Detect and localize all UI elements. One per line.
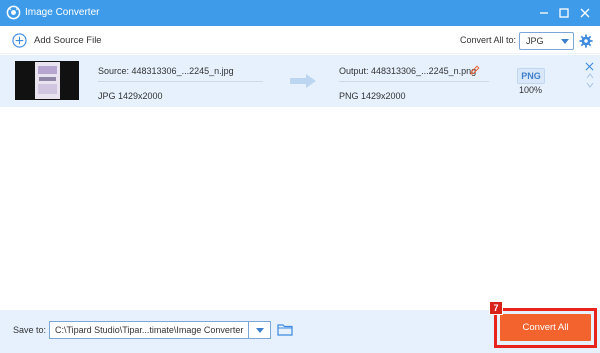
quality-value: 100% <box>519 85 543 95</box>
minimize-button[interactable] <box>536 5 552 21</box>
chevron-down-icon[interactable] <box>586 82 594 88</box>
convert-all-to-label: Convert All to: <box>460 35 517 45</box>
settings-gear-icon[interactable] <box>579 34 593 48</box>
remove-file-icon[interactable] <box>585 62 594 71</box>
save-path-value: C:\Tipard Studio\Tipar...timate\Image Co… <box>55 325 244 335</box>
minimize-icon <box>540 12 548 14</box>
output-divider <box>339 81 489 82</box>
arrow-right-icon <box>290 74 316 88</box>
save-to-label: Save to: <box>13 325 47 335</box>
save-path-dropdown[interactable] <box>249 321 271 339</box>
chevron-up-icon[interactable] <box>586 73 594 79</box>
plus-circle-icon <box>12 32 27 48</box>
output-format-badge[interactable]: PNG <box>517 68 545 84</box>
convert-all-button[interactable]: Convert All <box>500 314 591 341</box>
save-path-field[interactable]: C:\Tipard Studio\Tipar...timate\Image Co… <box>49 321 249 339</box>
open-folder-icon[interactable] <box>277 323 293 336</box>
add-source-file-button[interactable]: Add Source File <box>12 31 102 49</box>
close-button[interactable] <box>577 5 593 21</box>
source-resolution: 1429x2000 <box>118 91 163 101</box>
close-icon <box>580 8 590 18</box>
convert-all-format-select[interactable]: JPG <box>519 32 574 50</box>
output-resolution: 1429x2000 <box>361 91 406 101</box>
window-title: Image Converter <box>25 7 100 18</box>
app-logo-icon <box>6 5 21 20</box>
convert-all-format-value: JPG <box>526 36 544 46</box>
source-format: JPG <box>98 91 116 101</box>
step-number-badge: 7 <box>489 301 503 315</box>
source-divider <box>98 81 263 82</box>
add-source-file-label: Add Source File <box>34 34 102 46</box>
file-thumbnail <box>15 61 79 100</box>
title-bar: Image Converter <box>0 0 600 26</box>
output-format: PNG <box>339 91 359 101</box>
maximize-icon <box>559 8 569 18</box>
maximize-button[interactable] <box>556 5 572 21</box>
output-filename: Output: 448313306_...2245_n.png <box>339 66 477 76</box>
chevron-down-icon <box>255 327 264 333</box>
chevron-down-icon <box>561 39 569 44</box>
toolbar: Add Source File Convert All to: <box>0 26 600 54</box>
source-filename: Source: 448313306_...2245_n.jpg <box>98 66 234 76</box>
edit-pencil-icon[interactable] <box>470 65 480 75</box>
